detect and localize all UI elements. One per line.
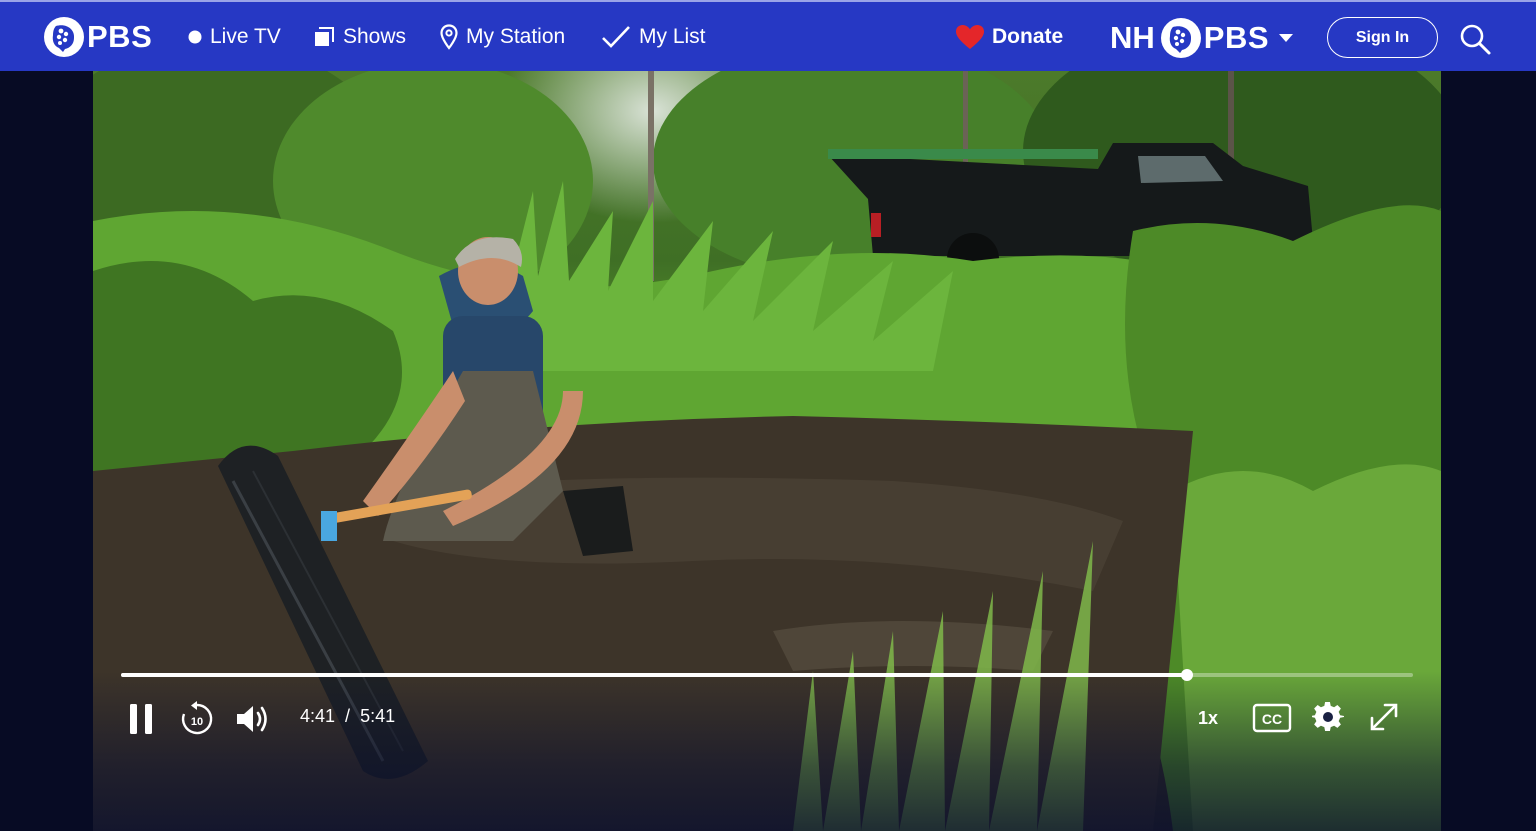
heart-icon — [955, 24, 985, 50]
search-icon — [1460, 24, 1491, 55]
fullscreen-icon — [1370, 703, 1398, 731]
seek-bar-handle[interactable] — [1180, 669, 1193, 681]
pbs-logo[interactable]: PBS — [44, 16, 152, 58]
station-pbs-head-icon — [1160, 18, 1201, 58]
cc-label: CC — [1262, 711, 1282, 727]
sign-in-button[interactable]: Sign In — [1327, 17, 1438, 58]
total-duration: 5:41 — [360, 706, 396, 726]
seek-bar[interactable] — [121, 669, 1413, 681]
playback-speed-button[interactable]: 1x — [1190, 704, 1226, 732]
volume-icon — [237, 706, 267, 732]
shows-icon — [313, 26, 335, 48]
location-pin-icon — [440, 24, 458, 50]
time-display: 4:41 / 5:41 — [300, 706, 395, 727]
nav-live-tv[interactable]: Live TV — [188, 22, 281, 52]
time-separator: / — [345, 706, 351, 726]
top-navigation-bar: PBS Live TV Shows My Station My List Don… — [0, 0, 1536, 71]
station-selector[interactable]: NH PBS — [1110, 17, 1294, 59]
pause-button[interactable] — [124, 701, 158, 737]
pbs-head-icon — [44, 17, 84, 57]
nav-my-list[interactable]: My List — [601, 22, 706, 52]
volume-button[interactable] — [233, 701, 271, 737]
chevron-down-icon — [1279, 34, 1294, 42]
settings-button[interactable] — [1310, 699, 1346, 735]
gear-icon — [1312, 701, 1344, 732]
pbs-logo-text: PBS — [87, 19, 153, 54]
station-prefix: NH — [1110, 20, 1155, 55]
nav-live-tv-label: Live TV — [210, 25, 281, 48]
rewind-10-button[interactable]: 10 — [178, 700, 216, 738]
closed-captions-icon: CC — [1252, 703, 1292, 733]
closed-captions-button[interactable]: CC — [1252, 702, 1292, 734]
donate-link[interactable]: Donate — [955, 22, 1063, 52]
seek-bar-played — [121, 673, 1187, 677]
rewind-10-icon: 10 — [181, 701, 213, 735]
nav-shows-label: Shows — [343, 25, 407, 48]
search-button[interactable] — [1458, 22, 1492, 56]
nav-my-list-label: My List — [639, 25, 706, 48]
pause-icon — [130, 704, 152, 734]
nav-my-station-label: My Station — [466, 25, 566, 48]
station-brand: PBS — [1203, 20, 1270, 55]
nav-my-station[interactable]: My Station — [440, 22, 565, 52]
video-player[interactable] — [0, 71, 1536, 831]
rewind-seconds-label: 10 — [191, 716, 203, 728]
elapsed-time: 4:41 — [300, 706, 336, 726]
controls-overlay — [93, 671, 1441, 831]
donate-label: Donate — [992, 25, 1064, 48]
nav-shows[interactable]: Shows — [313, 22, 406, 52]
live-dot-icon — [188, 30, 202, 44]
fullscreen-button[interactable] — [1366, 699, 1402, 735]
checkmark-icon — [601, 25, 631, 49]
